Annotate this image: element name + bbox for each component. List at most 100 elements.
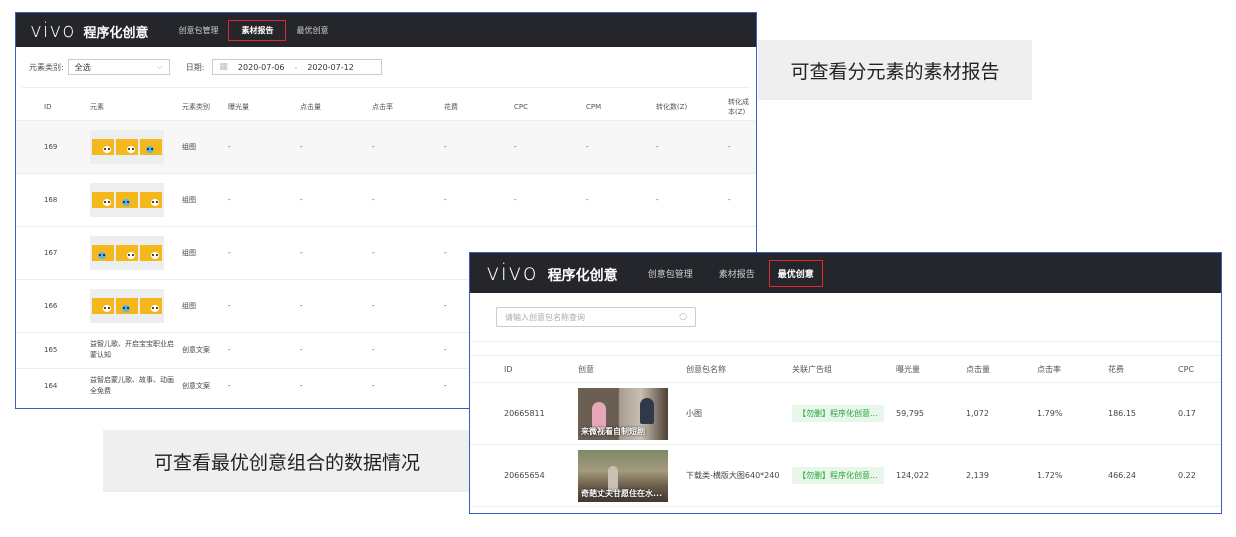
vivo-logo: vivo [30,18,76,42]
cell-value: - [300,346,303,354]
row-category: 组图 [182,142,196,151]
ctr: 1.79% [1037,409,1063,418]
row-category: 组图 [182,195,196,204]
nav-material-report[interactable]: 素材报告 [228,19,287,41]
nav-creative-package[interactable]: 创意包管理 [648,267,693,280]
element-thumbnails [89,279,181,332]
product-name: 程序化创意 [83,26,149,41]
nav-best-creative[interactable]: 最优创意 [296,25,328,36]
table-row[interactable]: 20665811 来微视看自制短剧 小图 【勿删】程序化创意... 59,795… [470,383,1221,445]
cell-value: - [514,195,517,204]
search-box[interactable]: 请输入创意包名称查询 ○ [496,307,696,327]
date-label: 日期: [185,62,205,72]
ad-group[interactable]: 【勿删】程序化创意... [791,383,895,445]
element-text: 益智儿歌、开启宝宝职业启蒙认知 [90,339,174,359]
cell-value: - [228,382,231,391]
element-text: 益智启蒙儿歌、故事、动画全免费 [90,376,174,396]
cell-value: - [300,382,303,391]
type-filter-label: 元素类别: [29,62,64,72]
package-name: 小图 [686,409,702,418]
table-row[interactable]: 169 组图 - - - - - - - - [16,120,756,173]
brand: vivo 程序化创意 [30,18,148,42]
col-id: ID [504,364,513,374]
date-from: 2020-07-06 [237,62,285,72]
cell-value: - [372,195,375,204]
cost: 186.15 [1108,409,1136,418]
row-id: 169 [44,142,58,151]
ad-group-tag[interactable]: 【勿删】程序化创意... [792,467,884,484]
top-nav: vivo 程序化创意 创意包管理 素材报告 最优创意 [470,253,1221,293]
col-cpc: CPC [514,102,528,111]
ad-group-tag[interactable]: 【勿删】程序化创意... [792,405,884,422]
col-exposure: 曝光量 [896,364,920,374]
col-ctr: 点击率 [1037,364,1061,374]
type-select[interactable]: 全选 ⌵ [67,59,170,75]
row-id: 166 [44,301,58,310]
table-header-row: ID 元素 元素类别 曝光量 点击量 点击率 花费 CPC CPM 转化数(Z)… [16,94,756,120]
col-cpm: CPM [586,102,602,111]
col-package-name: 创意包名称 [686,364,726,374]
table-row[interactable]: 20665654 奇葩丈夫甘愿住在水... 下载类-横版大图640*240 【勿… [470,445,1221,507]
date-to: 2020-07-12 [307,62,354,72]
cell-value: - [586,195,589,204]
exposure: 124,022 [896,471,930,480]
best-creative-window: vivo 程序化创意 创意包管理 素材报告 最优创意 请输入创意包名称查询 ○ … [469,252,1222,514]
creative-caption: 奇葩丈夫甘愿住在水... [581,488,663,498]
cell-value: - [586,142,589,151]
cell-value: - [300,248,303,257]
cell-value: - [728,195,731,204]
cell-value: - [300,142,303,151]
element-thumbnails [89,120,181,173]
col-creative: 创意 [578,364,594,374]
date-separator: - [294,62,298,72]
row-category: 组图 [182,301,196,310]
top-nav: vivo 程序化创意 创意包管理 素材报告 最优创意 [16,13,756,47]
cell-value: - [372,382,375,391]
calendar-icon: ▦ [219,62,228,72]
cell-value: - [372,248,375,257]
exposure: 59,795 [896,409,924,418]
element-thumbnails [89,226,181,279]
cell-value: - [444,195,447,204]
row-id: 167 [44,248,58,257]
col-ctr: 点击率 [372,102,393,111]
clicks: 2,139 [966,471,989,480]
row-id: 20665811 [504,409,545,418]
cell-value: - [228,301,231,310]
cell-value: - [228,248,231,257]
clicks: 1,072 [966,409,989,418]
row-category: 组图 [182,248,196,257]
search-bar: 请输入创意包名称查询 ○ [470,293,1221,342]
nav-creative-package[interactable]: 创意包管理 [178,25,218,36]
date-range-picker[interactable]: ▦ 2020-07-06 - 2020-07-12 [212,59,383,75]
table-row[interactable]: 168 组图 - - - - - - - - [16,173,756,226]
creative-thumbnail: 奇葩丈夫甘愿住在水... [577,445,685,507]
cell-value: - [656,195,659,204]
col-conversion-cost: 转化成本(Z) [728,97,749,116]
cell-value: - [372,142,375,151]
cell-value: - [228,346,231,354]
brand: vivo 程序化创意 [486,260,618,286]
creative-caption: 来微视看自制短剧 [581,426,645,436]
cell-value: - [372,301,375,310]
row-id: 165 [44,346,58,354]
cpc: 0.17 [1178,409,1196,418]
cell-value: - [728,142,731,151]
col-ad-group: 关联广告组 [792,364,832,374]
row-id: 164 [44,382,58,391]
nav-best-creative[interactable]: 最优创意 [768,259,823,287]
table-header-row: ID 创意 创意包名称 关联广告组 曝光量 点击量 点击率 花费 CPC [470,355,1221,383]
col-conversions: 转化数(Z) [656,102,688,111]
col-clicks: 点击量 [966,364,990,374]
search-input[interactable]: 请输入创意包名称查询 [505,312,585,323]
cell-value: - [372,346,375,354]
search-icon[interactable]: ○ [679,312,687,322]
cell-value: - [228,142,231,151]
row-category: 创意文案 [182,346,210,354]
ad-group[interactable]: 【勿删】程序化创意... [791,445,895,507]
cell-value: - [444,142,447,151]
col-id: ID [44,102,52,111]
row-category: 创意文案 [182,382,210,391]
nav-material-report[interactable]: 素材报告 [719,267,755,280]
chevron-down-icon: ⌵ [156,62,163,71]
